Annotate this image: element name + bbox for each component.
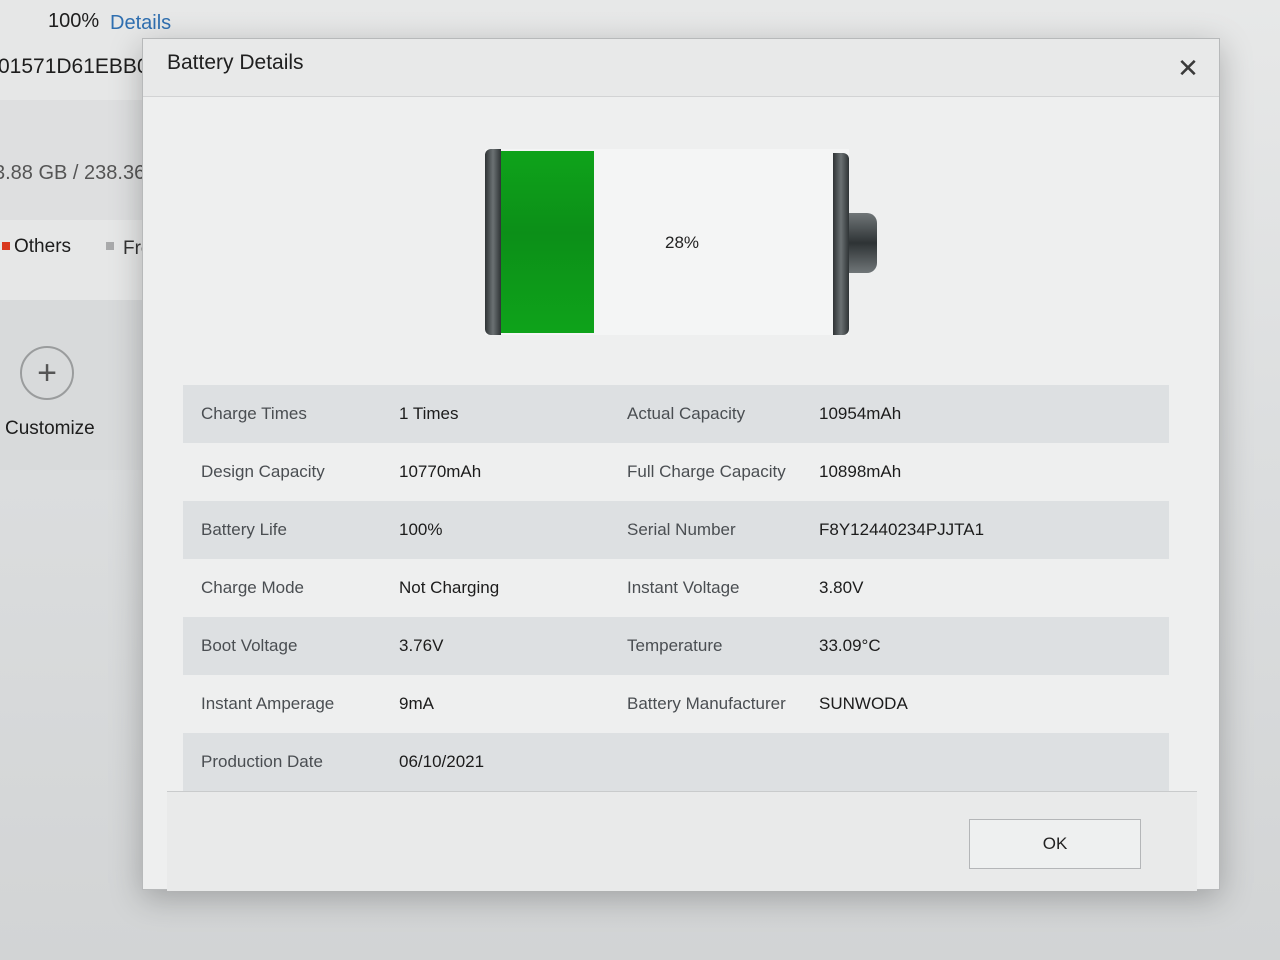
- design-capacity-label: Design Capacity: [201, 462, 325, 481]
- charge-times-value: 1 Times: [399, 404, 459, 423]
- battery-details-dialog: Battery Details ✕ 28% Charge Times 1 Tim…: [142, 38, 1220, 891]
- serial-number-value: F8Y12440234PJJTA1: [819, 520, 985, 539]
- battery-left-edge: [485, 149, 501, 335]
- production-date-value: 06/10/2021: [399, 752, 485, 771]
- legend-others-swatch: [2, 242, 10, 250]
- table-row: Charge Times 1 Times Actual Capacity 109…: [183, 385, 1169, 443]
- dialog-title: Battery Details: [167, 51, 304, 74]
- battery-life-value: 100%: [399, 520, 443, 539]
- customize-label: Customize: [5, 418, 95, 439]
- instant-voltage-label: Instant Voltage: [627, 578, 740, 597]
- close-button[interactable]: ✕: [1173, 53, 1203, 83]
- plus-icon: +: [37, 354, 57, 392]
- charge-mode-value: Not Charging: [399, 578, 500, 597]
- battery-percent-label: 28%: [665, 233, 700, 252]
- instant-amperage-value: 9mA: [399, 694, 434, 713]
- full-charge-capacity-value: 10898mAh: [819, 462, 902, 481]
- battery-terminal: [849, 213, 877, 273]
- battery-manufacturer-label: Battery Manufacturer: [627, 694, 786, 713]
- actual-capacity-label: Actual Capacity: [627, 404, 746, 423]
- battery-graphic: 28%: [485, 149, 877, 335]
- battery-info-table: Charge Times 1 Times Actual Capacity 109…: [183, 385, 1169, 791]
- production-date-label: Production Date: [201, 752, 323, 771]
- boot-voltage-value: 3.76V: [399, 636, 444, 655]
- device-serial-text: 01571D61EBB0: [0, 55, 149, 78]
- customize-add-button[interactable]: +: [20, 346, 74, 400]
- legend-others-label: Others: [14, 236, 72, 257]
- storage-usage-text: 3.88 GB / 238.36: [0, 162, 146, 184]
- dialog-titlebar: Battery Details ✕: [143, 39, 1219, 97]
- close-icon: ✕: [1177, 52, 1199, 83]
- table-row: Battery Life 100% Serial Number F8Y12440…: [183, 501, 1169, 559]
- serial-number-label: Serial Number: [627, 520, 736, 539]
- table-row: Instant Amperage 9mA Battery Manufacture…: [183, 675, 1169, 733]
- table-row: Boot Voltage 3.76V Temperature 33.09°C: [183, 617, 1169, 675]
- battery-level-fill: [501, 151, 594, 333]
- details-link[interactable]: Details: [110, 12, 171, 35]
- instant-amperage-label: Instant Amperage: [201, 694, 335, 713]
- full-charge-capacity-label: Full Charge Capacity: [627, 462, 786, 481]
- battery-percent-text: 100%: [48, 10, 100, 32]
- ok-button[interactable]: OK: [969, 819, 1141, 869]
- actual-capacity-value: 10954mAh: [819, 404, 902, 423]
- background-storage-band: [0, 100, 150, 220]
- battery-manufacturer-value: SUNWODA: [819, 694, 908, 713]
- temperature-label: Temperature: [627, 636, 723, 655]
- charge-mode-label: Charge Mode: [201, 578, 305, 597]
- boot-voltage-label: Boot Voltage: [201, 636, 298, 655]
- battery-life-label: Battery Life: [201, 520, 287, 539]
- charge-times-label: Charge Times: [201, 404, 307, 423]
- temperature-value: 33.09°C: [819, 636, 881, 655]
- table-row: Production Date 06/10/2021: [183, 733, 1169, 791]
- table-row: Charge Mode Not Charging Instant Voltage…: [183, 559, 1169, 617]
- legend-free-swatch: [106, 242, 114, 250]
- instant-voltage-value: 3.80V: [819, 578, 864, 597]
- table-row: Design Capacity 10770mAh Full Charge Cap…: [183, 443, 1169, 501]
- design-capacity-value: 10770mAh: [399, 462, 482, 481]
- battery-right-edge: [833, 153, 849, 335]
